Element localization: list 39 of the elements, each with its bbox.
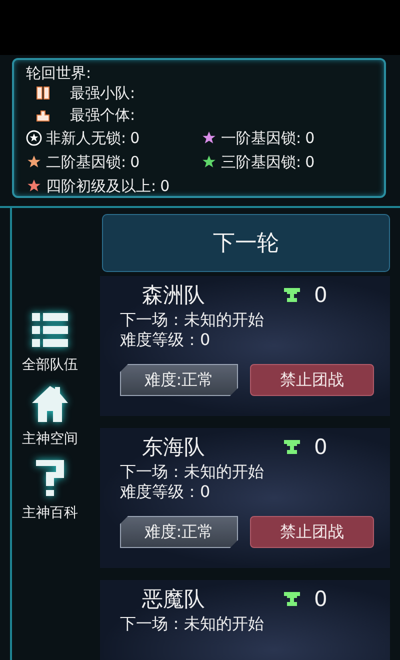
squad-icon <box>36 86 50 100</box>
stat-label: 三阶基因锁: <box>221 152 302 172</box>
stat-label: 非新人无锁: <box>46 128 126 148</box>
stat-value: 0 <box>130 129 140 147</box>
ban-team-battle-button[interactable]: 禁止团战 <box>250 364 374 396</box>
team-name: 恶魔队 <box>142 586 206 613</box>
sidebar-item[interactable]: 主神百科 <box>22 458 78 522</box>
team-name: 东海队 <box>142 434 206 461</box>
ban-team-battle-button[interactable]: 禁止团战 <box>250 516 374 548</box>
trophy-count: 0 <box>314 587 328 611</box>
trophy-icon <box>282 439 302 455</box>
team-name: 森洲队 <box>142 282 206 309</box>
next-round-button[interactable]: 下一轮 <box>102 214 390 272</box>
sidebar-item[interactable]: 全部队伍 <box>22 310 78 374</box>
trophy-icon <box>282 591 302 607</box>
ranking-label: 最强小队: <box>70 84 136 102</box>
stat-label: 四阶初级及以上: <box>46 176 156 196</box>
sidebar-item[interactable]: 主神空间 <box>22 384 78 448</box>
ranking-label: 最强个体: <box>70 106 136 124</box>
stat-value: 0 <box>305 153 315 171</box>
stat-value: 0 <box>130 153 140 171</box>
difficulty-button[interactable]: 难度:正常 <box>120 364 238 396</box>
difficulty-level-text: 难度等级：0 <box>120 330 212 350</box>
next-match-text: 下一场：未知的开始 <box>120 462 265 482</box>
trophy-icon <box>282 287 302 303</box>
next-match-text: 下一场：未知的开始 <box>120 310 265 330</box>
next-match-text: 下一场：未知的开始 <box>120 614 265 634</box>
difficulty-level-text: 难度等级：0 <box>120 482 212 502</box>
home-icon <box>30 384 70 424</box>
trophy-count: 0 <box>314 283 328 307</box>
stat-label: 一阶基因锁: <box>221 128 302 148</box>
stat-label: 二阶基因锁: <box>46 152 126 172</box>
trophy-count: 0 <box>314 435 328 459</box>
panel-title: 轮回世界: <box>26 64 92 82</box>
list-icon <box>30 310 70 350</box>
difficulty-button[interactable]: 难度:正常 <box>120 516 238 548</box>
podium-icon <box>36 108 50 122</box>
stat-value: 0 <box>160 177 170 195</box>
stat-value: 0 <box>305 129 315 147</box>
